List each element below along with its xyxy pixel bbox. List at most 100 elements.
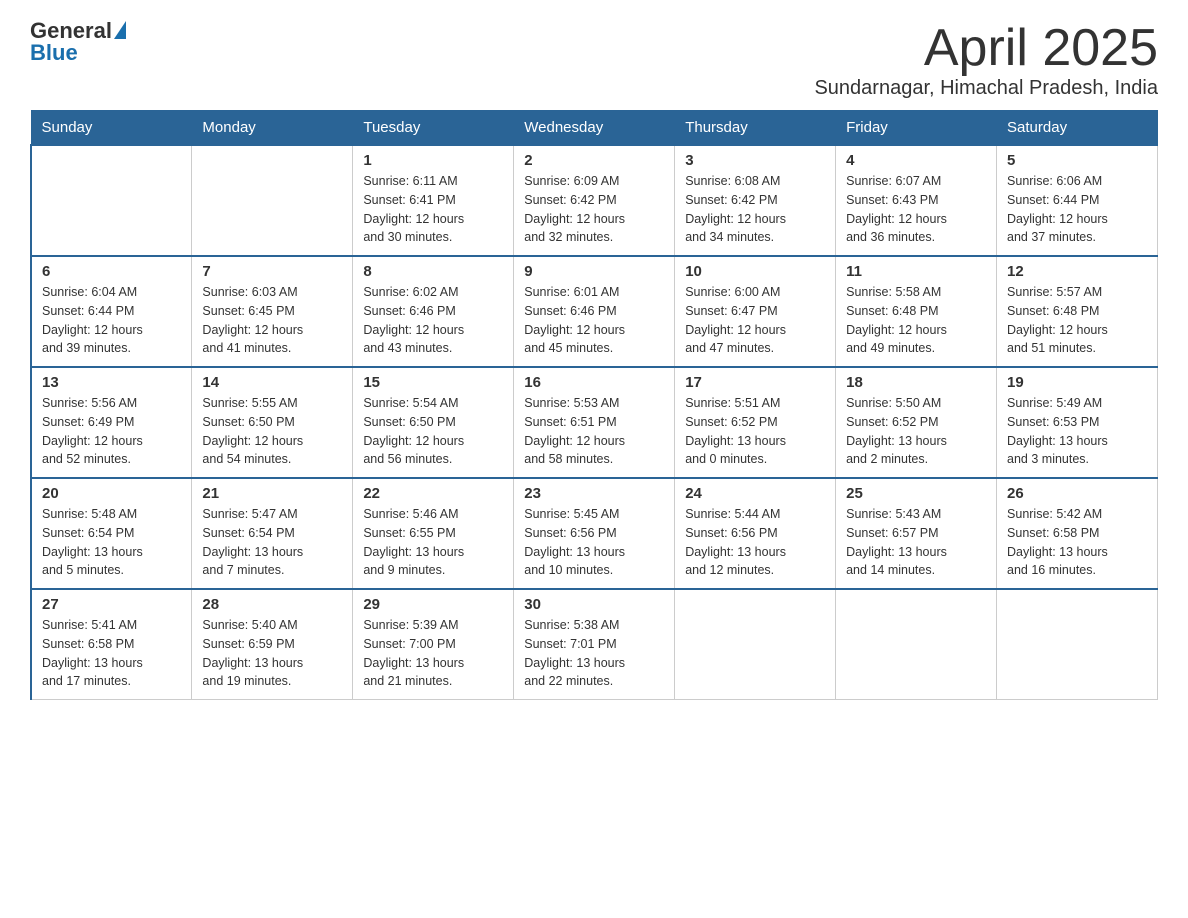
day-info: Sunrise: 6:02 AMSunset: 6:46 PMDaylight:… <box>363 283 503 358</box>
month-title: April 2025 <box>814 20 1158 77</box>
day-info: Sunrise: 5:48 AMSunset: 6:54 PMDaylight:… <box>42 505 181 580</box>
table-row: 20Sunrise: 5:48 AMSunset: 6:54 PMDayligh… <box>31 478 1158 589</box>
table-cell: 23Sunrise: 5:45 AMSunset: 6:56 PMDayligh… <box>514 478 675 589</box>
table-cell: 18Sunrise: 5:50 AMSunset: 6:52 PMDayligh… <box>836 367 997 478</box>
table-cell: 2Sunrise: 6:09 AMSunset: 6:42 PMDaylight… <box>514 145 675 256</box>
day-info: Sunrise: 5:55 AMSunset: 6:50 PMDaylight:… <box>202 394 342 469</box>
day-number: 6 <box>42 263 181 280</box>
table-cell: 11Sunrise: 5:58 AMSunset: 6:48 PMDayligh… <box>836 256 997 367</box>
table-cell: 9Sunrise: 6:01 AMSunset: 6:46 PMDaylight… <box>514 256 675 367</box>
day-number: 9 <box>524 263 664 280</box>
table-cell: 13 Sunrise: 5:56 AMSunset: 6:49 PMDayligh… <box>31 367 192 478</box>
logo-triangle-icon <box>114 21 126 39</box>
day-info: Sunrise: 6:03 AMSunset: 6:45 PMDaylight:… <box>202 283 342 358</box>
table-cell <box>192 145 353 256</box>
table-cell: 29 Sunrise: 5:39 AMSunset: 7:00 PMDayligh… <box>353 589 514 700</box>
location-subtitle: Sundarnagar, Himachal Pradesh, India <box>814 77 1158 100</box>
day-number: 19 <box>1007 374 1147 391</box>
table-row: 27Sunrise: 5:41 AMSunset: 6:58 PMDayligh… <box>31 589 1158 700</box>
day-info: Sunrise: 5:57 AMSunset: 6:48 PMDaylight:… <box>1007 283 1147 358</box>
table-row: 6 Sunrise: 6:04 AMSunset: 6:44 PMDaylight… <box>31 256 1158 367</box>
table-cell: 25 Sunrise: 5:43 AMSunset: 6:57 PMDayligh… <box>836 478 997 589</box>
day-info: Sunrise: 5:54 AMSunset: 6:50 PMDaylight:… <box>363 394 503 469</box>
day-number: 28 <box>202 596 342 613</box>
table-cell: 5 Sunrise: 6:06 AMSunset: 6:44 PMDaylight… <box>997 145 1158 256</box>
day-info: Sunrise: 5:47 AMSunset: 6:54 PMDaylight:… <box>202 505 342 580</box>
day-info: Sunrise: 5:51 AMSunset: 6:52 PMDaylight:… <box>685 394 825 469</box>
day-number: 30 <box>524 596 664 613</box>
day-number: 10 <box>685 263 825 280</box>
title-area: April 2025 Sundarnagar, Himachal Pradesh… <box>814 20 1158 100</box>
day-info: Sunrise: 5:46 AMSunset: 6:55 PMDaylight:… <box>363 505 503 580</box>
table-cell: 16Sunrise: 5:53 AMSunset: 6:51 PMDayligh… <box>514 367 675 478</box>
table-cell <box>836 589 997 700</box>
day-info: Sunrise: 5:42 AMSunset: 6:58 PMDaylight:… <box>1007 505 1147 580</box>
table-cell: 14 Sunrise: 5:55 AMSunset: 6:50 PMDayligh… <box>192 367 353 478</box>
header: GeneralBlue April 2025 Sundarnagar, Hima… <box>30 20 1158 100</box>
table-cell: 8 Sunrise: 6:02 AMSunset: 6:46 PMDaylight… <box>353 256 514 367</box>
table-cell: 21 Sunrise: 5:47 AMSunset: 6:54 PMDayligh… <box>192 478 353 589</box>
table-cell: 6 Sunrise: 6:04 AMSunset: 6:44 PMDaylight… <box>31 256 192 367</box>
table-cell: 1 Sunrise: 6:11 AMSunset: 6:41 PMDaylight… <box>353 145 514 256</box>
col-monday: Monday <box>192 111 353 146</box>
col-sunday: Sunday <box>31 111 192 146</box>
table-row: 1 Sunrise: 6:11 AMSunset: 6:41 PMDaylight… <box>31 145 1158 256</box>
day-number: 24 <box>685 485 825 502</box>
day-number: 5 <box>1007 152 1147 169</box>
day-info: Sunrise: 6:04 AMSunset: 6:44 PMDaylight:… <box>42 283 181 358</box>
day-number: 12 <box>1007 263 1147 280</box>
col-thursday: Thursday <box>675 111 836 146</box>
day-number: 15 <box>363 374 503 391</box>
table-cell: 3Sunrise: 6:08 AMSunset: 6:42 PMDaylight… <box>675 145 836 256</box>
table-cell: 30 Sunrise: 5:38 AMSunset: 7:01 PMDayligh… <box>514 589 675 700</box>
day-number: 26 <box>1007 485 1147 502</box>
day-info: Sunrise: 6:11 AMSunset: 6:41 PMDaylight:… <box>363 172 503 247</box>
day-info: Sunrise: 5:56 AMSunset: 6:49 PMDaylight:… <box>42 394 181 469</box>
day-number: 13 <box>42 374 181 391</box>
day-info: Sunrise: 5:50 AMSunset: 6:52 PMDaylight:… <box>846 394 986 469</box>
table-cell: 20Sunrise: 5:48 AMSunset: 6:54 PMDayligh… <box>31 478 192 589</box>
table-cell: 19 Sunrise: 5:49 AMSunset: 6:53 PMDayligh… <box>997 367 1158 478</box>
day-number: 17 <box>685 374 825 391</box>
col-wednesday: Wednesday <box>514 111 675 146</box>
day-info: Sunrise: 6:09 AMSunset: 6:42 PMDaylight:… <box>524 172 664 247</box>
day-number: 29 <box>363 596 503 613</box>
day-number: 7 <box>202 263 342 280</box>
day-info: Sunrise: 5:44 AMSunset: 6:56 PMDaylight:… <box>685 505 825 580</box>
day-info: Sunrise: 5:43 AMSunset: 6:57 PMDaylight:… <box>846 505 986 580</box>
table-cell: 15 Sunrise: 5:54 AMSunset: 6:50 PMDayligh… <box>353 367 514 478</box>
day-info: Sunrise: 5:39 AMSunset: 7:00 PMDaylight:… <box>363 616 503 691</box>
calendar-table: Sunday Monday Tuesday Wednesday Thursday… <box>30 110 1158 700</box>
table-cell <box>675 589 836 700</box>
day-info: Sunrise: 6:07 AMSunset: 6:43 PMDaylight:… <box>846 172 986 247</box>
day-info: Sunrise: 5:45 AMSunset: 6:56 PMDaylight:… <box>524 505 664 580</box>
table-cell: 28 Sunrise: 5:40 AMSunset: 6:59 PMDayligh… <box>192 589 353 700</box>
day-info: Sunrise: 5:58 AMSunset: 6:48 PMDaylight:… <box>846 283 986 358</box>
table-cell: 22 Sunrise: 5:46 AMSunset: 6:55 PMDayligh… <box>353 478 514 589</box>
day-number: 25 <box>846 485 986 502</box>
day-info: Sunrise: 5:41 AMSunset: 6:58 PMDaylight:… <box>42 616 181 691</box>
day-info: Sunrise: 6:08 AMSunset: 6:42 PMDaylight:… <box>685 172 825 247</box>
day-number: 14 <box>202 374 342 391</box>
day-info: Sunrise: 6:06 AMSunset: 6:44 PMDaylight:… <box>1007 172 1147 247</box>
day-number: 8 <box>363 263 503 280</box>
table-cell <box>31 145 192 256</box>
day-number: 22 <box>363 485 503 502</box>
table-cell: 12 Sunrise: 5:57 AMSunset: 6:48 PMDayligh… <box>997 256 1158 367</box>
logo: GeneralBlue <box>30 20 126 64</box>
day-number: 1 <box>363 152 503 169</box>
day-info: Sunrise: 5:40 AMSunset: 6:59 PMDaylight:… <box>202 616 342 691</box>
col-saturday: Saturday <box>997 111 1158 146</box>
day-number: 21 <box>202 485 342 502</box>
col-tuesday: Tuesday <box>353 111 514 146</box>
table-cell: 24 Sunrise: 5:44 AMSunset: 6:56 PMDayligh… <box>675 478 836 589</box>
day-info: Sunrise: 5:38 AMSunset: 7:01 PMDaylight:… <box>524 616 664 691</box>
table-cell: 4 Sunrise: 6:07 AMSunset: 6:43 PMDaylight… <box>836 145 997 256</box>
table-cell <box>997 589 1158 700</box>
table-cell: 26 Sunrise: 5:42 AMSunset: 6:58 PMDayligh… <box>997 478 1158 589</box>
day-number: 4 <box>846 152 986 169</box>
calendar-header-row: Sunday Monday Tuesday Wednesday Thursday… <box>31 111 1158 146</box>
day-number: 16 <box>524 374 664 391</box>
day-info: Sunrise: 5:49 AMSunset: 6:53 PMDaylight:… <box>1007 394 1147 469</box>
logo-blue: Blue <box>30 42 126 64</box>
